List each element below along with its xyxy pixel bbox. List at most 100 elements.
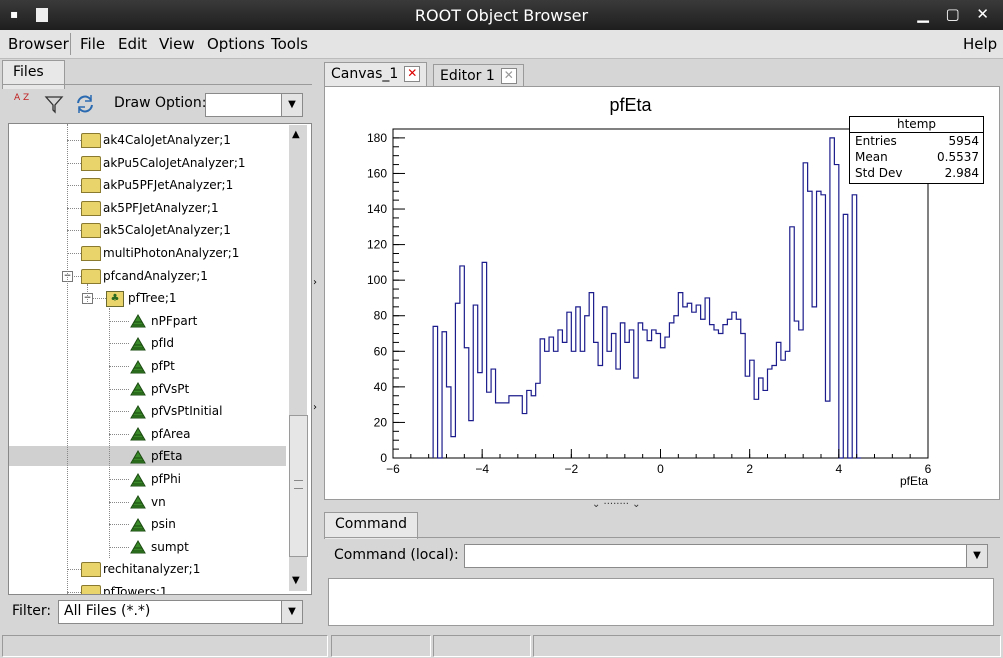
splitter-arrow-icon[interactable]: › (313, 402, 317, 413)
status-cell (331, 635, 431, 657)
tree-folder-item[interactable]: pfcandAnalyzer;1 (81, 266, 208, 286)
tree-leaf-item[interactable]: pfVsPtInitial (129, 401, 222, 421)
menu-browser[interactable]: Browser (8, 35, 69, 53)
x-tick-label: −2 (564, 462, 578, 476)
stats-box[interactable]: htemp Entries 5954 Mean 0.5537 Std Dev 2.98… (849, 116, 984, 184)
command-input[interactable]: ▼ (464, 544, 988, 568)
command-output[interactable] (328, 578, 994, 626)
tree-connector (67, 162, 81, 164)
y-tick-label: 60 (374, 344, 388, 358)
filter-combo[interactable]: All Files (*.*) ▼ (58, 600, 303, 624)
tree-connector (67, 140, 81, 141)
scrollbar-thumb[interactable] (289, 415, 308, 557)
tree-folder-item[interactable]: ak5PFJetAnalyzer;1 (81, 198, 219, 218)
tree-scrollbar[interactable]: ▲ ▼ (289, 125, 308, 591)
tab-canvas-1[interactable]: Canvas_1 ✕ (324, 62, 428, 89)
splitter-arrow-icon[interactable]: › (313, 277, 317, 288)
tree-folder-item[interactable]: akPu5CaloJetAnalyzer;1 (81, 153, 246, 173)
tree-item-label: pfTree;1 (128, 291, 177, 306)
tree-leaf-item[interactable]: sumpt (129, 537, 189, 557)
leaf-icon (130, 404, 146, 419)
tree-folder-item[interactable]: ak5CaloJetAnalyzer;1 (81, 220, 231, 240)
sort-icon[interactable]: A Z (14, 93, 34, 115)
tree-connector (109, 501, 129, 503)
tree-leaf-item[interactable]: pfPhi (129, 469, 181, 489)
tree-leaf-item[interactable]: pfArea (129, 424, 190, 444)
tree-folder-item[interactable]: rechitanalyzer;1 (81, 559, 200, 579)
tree-item-label: pfTowers;1 (103, 585, 168, 595)
horizontal-splitter[interactable]: ⌄ ········ ⌄ (592, 499, 641, 510)
leaf-icon (130, 336, 146, 351)
folder-open-icon (81, 268, 101, 284)
chevron-down-icon[interactable]: ▼ (281, 601, 302, 623)
menu-help[interactable]: Help (963, 35, 997, 53)
tree-folder-item[interactable]: ak4CaloJetAnalyzer;1 (81, 130, 231, 150)
tree-leaf-item[interactable]: vn (129, 492, 166, 512)
scroll-up-icon[interactable]: ▲ (292, 129, 300, 140)
tree-item-label: nPFpart (151, 313, 198, 328)
tree-connector (109, 366, 129, 367)
tree-item-label: psin (151, 517, 176, 532)
chevron-down-icon[interactable]: ▼ (966, 545, 987, 567)
tree-connector (109, 320, 129, 322)
tab-command[interactable]: Command (324, 512, 418, 539)
tree-leaf-item[interactable]: nPFpart (129, 311, 197, 331)
tree-folder-item[interactable]: ♣ pfTree;1 (106, 288, 177, 308)
tree-leaf-item[interactable]: pfId (129, 333, 174, 353)
x-tick-label: 4 (835, 462, 842, 476)
leaf-icon (130, 517, 146, 532)
menu-bar: Browser File Edit View Options Tools Hel… (0, 30, 1003, 59)
tree-folder-item[interactable]: pfTowers;1 (81, 582, 168, 595)
tree-leaf-item[interactable]: pfEta (9, 446, 286, 467)
leaf-icon (130, 382, 146, 396)
command-panel: Command Command (local): ▼ (324, 512, 1000, 631)
y-tick-label: 120 (367, 238, 387, 252)
tree-leaf-item[interactable]: psin (129, 514, 176, 534)
tree-item-label: multiPhotonAnalyzer;1 (103, 246, 240, 260)
window-title: ROOT Object Browser (414, 6, 589, 25)
stats-header: htemp (850, 117, 983, 133)
tree-connector (67, 592, 81, 593)
folder-icon (81, 562, 101, 578)
stats-entries-value: 5954 (948, 134, 979, 148)
title-bar: ▪ ROOT Object Browser ▁ ▢ ✕ (0, 0, 1003, 30)
menu-options[interactable]: Options (207, 35, 265, 53)
stats-entries-label: Entries (855, 134, 897, 148)
tree-folder-item[interactable]: akPu5PFJetAnalyzer;1 (81, 175, 233, 195)
tree-leaf-item[interactable]: pfVsPt (129, 379, 189, 399)
x-tick-label: 2 (746, 462, 753, 476)
tree-folder-item[interactable]: multiPhotonAnalyzer;1 (81, 243, 239, 263)
tree-connector (109, 308, 110, 558)
leaf-icon (130, 540, 146, 554)
menu-tools[interactable]: Tools (271, 35, 308, 53)
window-controls[interactable]: ▁ ▢ ✕ (917, 5, 995, 23)
tree-item-label: ak5PFJetAnalyzer;1 (103, 200, 219, 215)
menu-edit[interactable]: Edit (118, 35, 147, 53)
chevron-down-icon[interactable]: ▼ (281, 94, 302, 116)
tree-item-label: akPu5PFJetAnalyzer;1 (103, 178, 234, 193)
tree-item-label: ak5CaloJetAnalyzer;1 (103, 223, 231, 238)
status-bar (0, 633, 1003, 658)
tree-connector (109, 343, 129, 345)
filter-icon[interactable] (44, 94, 64, 114)
tab-editor-1-label: Editor 1 (440, 68, 495, 84)
close-icon[interactable]: ✕ (404, 66, 421, 82)
tab-files-label: Files (13, 64, 44, 80)
tab-command-label: Command (335, 516, 407, 532)
tree-item-label: pfVsPtInitial (151, 404, 223, 419)
scroll-down-icon[interactable]: ▼ (292, 575, 300, 586)
menu-view[interactable]: View (159, 35, 195, 53)
tree-item-label: ak4CaloJetAnalyzer;1 (103, 133, 231, 147)
file-tree: ak4CaloJetAnalyzer;1 akPu5CaloJetAnalyzer… (8, 123, 312, 595)
vertical-splitter[interactable]: › › (313, 59, 321, 633)
tree-connector (109, 479, 129, 480)
refresh-icon[interactable] (74, 93, 96, 115)
stats-std-label: Std Dev (855, 166, 903, 180)
close-icon[interactable]: ✕ (500, 68, 517, 84)
menu-file[interactable]: File (80, 35, 105, 53)
y-tick-label: 80 (374, 309, 388, 323)
draw-option-combo[interactable]: ▼ (205, 93, 303, 117)
canvas-1[interactable]: pfEta −6 −4 −2 0 2 4 6 0 20 40 60 80 100 120 140 160 180 p… (324, 86, 1000, 500)
y-tick-label: 100 (367, 273, 387, 287)
tree-leaf-item[interactable]: pfPt (129, 356, 175, 376)
